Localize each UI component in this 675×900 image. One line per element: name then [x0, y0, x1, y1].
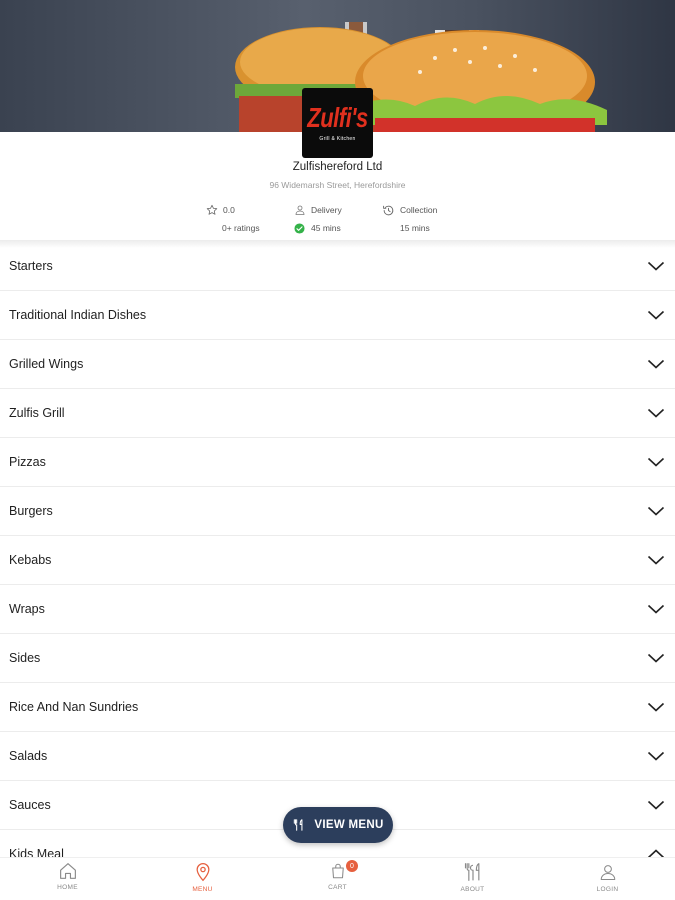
category-row[interactable]: Rice And Nan Sundries — [0, 683, 675, 732]
delivery-label: Delivery — [311, 205, 342, 215]
store-name: Zulfishereford Ltd — [292, 161, 383, 173]
cutlery-icon — [294, 819, 303, 831]
category-label: Zulfis Grill — [9, 406, 65, 420]
view-menu-button[interactable]: VIEW MENU — [283, 807, 393, 843]
home-icon — [59, 863, 76, 879]
user-icon — [600, 865, 615, 881]
rating-value: 0.0 — [223, 205, 235, 215]
cart-count-badge: 0 — [346, 860, 358, 872]
nav-login[interactable]: LOGIN — [540, 858, 675, 900]
category-row[interactable]: Zulfis Grill — [0, 389, 675, 438]
category-label: Grilled Wings — [9, 357, 84, 371]
store-address: 96 Widemarsh Street, Herefordshire — [269, 180, 406, 190]
category-label: Sides — [9, 651, 41, 665]
star-icon — [206, 204, 218, 215]
category-label: Kebabs — [9, 553, 52, 567]
category-label: Pizzas — [9, 455, 46, 469]
category-label: Rice And Nan Sundries — [9, 700, 139, 714]
nav-cart[interactable]: 0 CART — [270, 858, 405, 900]
chevron-down-icon — [647, 653, 665, 663]
category-row[interactable]: Sides — [0, 634, 675, 683]
shopping-bag-icon — [331, 863, 344, 879]
collection-label: Collection — [400, 205, 438, 215]
chevron-down-icon — [647, 261, 665, 271]
category-label: Traditional Indian Dishes — [9, 308, 147, 322]
category-row[interactable]: Burgers — [0, 487, 675, 536]
logo-sub-text: Grill & Kitchen — [319, 135, 356, 142]
nav-home[interactable]: HOME — [0, 858, 135, 900]
chevron-down-icon — [647, 702, 665, 712]
nav-login-label: LOGIN — [596, 886, 619, 893]
category-label: Wraps — [9, 602, 45, 616]
category-row[interactable]: Salads — [0, 732, 675, 781]
history-clock-icon — [383, 205, 394, 215]
category-label: Sauces — [9, 798, 51, 812]
collection-stat: Collection 15 mins — [382, 202, 437, 236]
category-label: Salads — [9, 749, 48, 763]
chevron-down-icon — [647, 457, 665, 467]
category-row[interactable]: Traditional Indian Dishes — [0, 291, 675, 340]
chevron-down-icon — [647, 359, 665, 369]
chevron-down-icon — [647, 310, 665, 320]
chevron-down-icon — [647, 408, 665, 418]
collection-time: 15 mins — [400, 223, 430, 233]
delivery-stat: Delivery 45 mins — [294, 202, 342, 236]
category-row[interactable]: Pizzas — [0, 438, 675, 487]
restaurant-logo: Zulfi's Grill & Kitchen — [302, 88, 373, 158]
nav-menu-label: MENU — [192, 886, 213, 893]
nav-home-label: HOME — [57, 884, 78, 891]
chevron-down-icon — [647, 555, 665, 565]
category-row[interactable]: Kebabs — [0, 536, 675, 585]
burger-image-front — [350, 30, 607, 132]
logo-brand-text: Zulfi's — [307, 101, 368, 133]
category-row[interactable]: Grilled Wings — [0, 340, 675, 389]
delivery-person-icon — [295, 205, 305, 215]
category-label: Starters — [9, 259, 53, 273]
nav-menu[interactable]: MENU — [135, 858, 270, 900]
rating-stat: 0.0 0+ ratings — [206, 202, 260, 236]
category-row[interactable]: Wraps — [0, 585, 675, 634]
category-row[interactable]: Starters — [0, 242, 675, 291]
nav-about-label: ABOUT — [460, 886, 485, 893]
menu-category-list: Starters Traditional Indian Dishes Grill… — [0, 242, 675, 879]
delivery-time: 45 mins — [311, 223, 341, 233]
chevron-down-icon — [647, 800, 665, 810]
fork-knife-icon — [464, 863, 479, 881]
chevron-down-icon — [647, 751, 665, 761]
view-menu-label: VIEW MENU — [314, 819, 384, 831]
chevron-down-icon — [647, 506, 665, 516]
chevron-down-icon — [647, 604, 665, 614]
nav-cart-label: CART — [328, 884, 347, 891]
nav-about[interactable]: ABOUT — [405, 858, 540, 900]
check-circle-icon — [294, 222, 305, 234]
rating-count: 0+ ratings — [222, 223, 260, 233]
category-label: Burgers — [9, 504, 53, 518]
map-pin-icon — [196, 863, 209, 882]
bottom-navigation: HOME MENU 0 CART ABOUT LOGIN — [0, 857, 675, 900]
